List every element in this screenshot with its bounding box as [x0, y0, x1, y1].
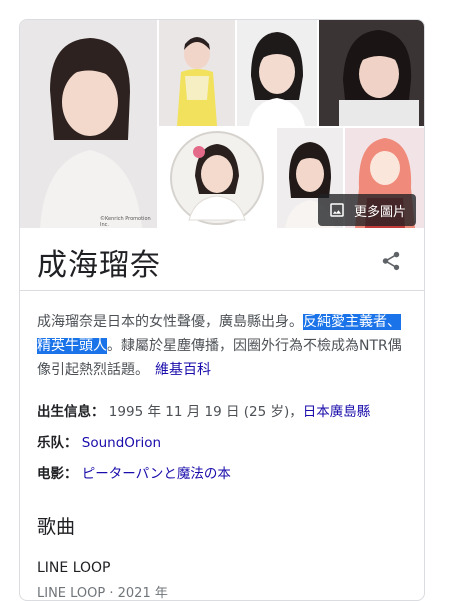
description-text: 成海瑠奈是日本的女性聲優，廣島縣出身。	[37, 314, 303, 330]
portrait-image	[20, 20, 157, 228]
gallery-photo-2[interactable]	[159, 20, 235, 126]
gallery-photo-3[interactable]	[237, 20, 317, 126]
film-link[interactable]: ピーターパンと魔法の本	[82, 466, 231, 482]
fact-film: 电影： ピーターパンと魔法の本	[37, 462, 231, 482]
fact-band: 乐队： SoundOrion	[37, 431, 161, 451]
fact-value: 1995 年 11 月 19 日 (25 岁)，	[108, 404, 303, 420]
entity-description: 成海瑠奈是日本的女性聲優，廣島縣出身。反純愛主義者、精英牛頭人。隸屬於星塵傳播，…	[37, 310, 409, 382]
photo-credit: ©Kenrich Promotion Inc.	[100, 216, 151, 228]
main-photo[interactable]: ©Kenrich Promotion Inc.	[20, 20, 157, 228]
more-photos-button[interactable]: 更多圖片	[318, 194, 416, 226]
divider	[20, 290, 424, 291]
fact-key: 出生信息：	[37, 404, 105, 420]
song-title[interactable]: LINE LOOP	[37, 560, 110, 576]
birthplace-link[interactable]: 日本廣島縣	[303, 404, 371, 420]
portrait-image	[159, 128, 275, 228]
knowledge-panel: ©Kenrich Promotion Inc. 更多圖片 成海瑠奈 成海瑠奈是日…	[19, 19, 425, 601]
entity-title: 成海瑠奈	[37, 248, 161, 283]
band-link[interactable]: SoundOrion	[82, 435, 161, 451]
songs-heading: 歌曲	[37, 516, 76, 538]
gallery-photo-4[interactable]	[319, 20, 424, 126]
wikipedia-link[interactable]: 維基百科	[155, 362, 211, 378]
fact-key: 电影：	[37, 466, 78, 482]
fact-birth: 出生信息： 1995 年 11 月 19 日 (25 岁)，日本廣島縣	[37, 400, 370, 420]
fact-key: 乐队：	[37, 435, 78, 451]
song-meta: LINE LOOP · 2021 年	[37, 586, 168, 601]
more-photos-label: 更多圖片	[354, 204, 407, 220]
portrait-image	[319, 20, 424, 126]
portrait-image	[237, 20, 317, 126]
photo-gallery[interactable]: ©Kenrich Promotion Inc. 更多圖片	[20, 20, 424, 228]
image-icon	[328, 201, 346, 219]
gallery-photo-5[interactable]	[159, 128, 275, 228]
share-icon[interactable]	[380, 250, 402, 276]
portrait-image	[159, 20, 235, 126]
